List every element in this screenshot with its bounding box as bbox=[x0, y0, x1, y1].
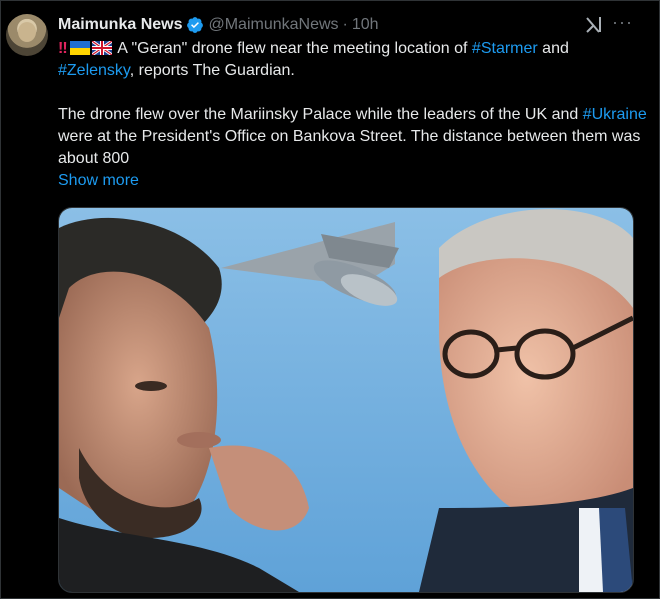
more-options-icon[interactable]: ··· bbox=[612, 13, 634, 34]
author-handle[interactable]: @MaimunkaNews bbox=[208, 16, 338, 34]
author-name[interactable]: Maimunka News bbox=[58, 16, 182, 34]
text-line1: A "Geran" drone flew near the meeting lo… bbox=[117, 40, 472, 57]
uk-flag-icon bbox=[91, 41, 112, 55]
grok-icon[interactable] bbox=[584, 15, 604, 35]
para2-end: were at the President's Office on Bankov… bbox=[58, 128, 641, 167]
post-image[interactable] bbox=[58, 207, 634, 593]
ukraine-flag-icon bbox=[69, 41, 90, 55]
hashtag-ukraine[interactable]: #Ukraine bbox=[583, 106, 647, 123]
photo-right-person bbox=[419, 209, 633, 592]
hashtag-starmer[interactable]: #Starmer bbox=[472, 40, 538, 57]
post-time[interactable]: 10h bbox=[352, 16, 379, 34]
show-more-link[interactable]: Show more bbox=[58, 170, 648, 192]
post-text: ‼ A "Geran" drone flew near the meeting … bbox=[58, 38, 648, 192]
reports-text: , reports The Guardian. bbox=[129, 62, 295, 79]
and-word: and bbox=[537, 40, 569, 57]
post-header: Maimunka News @MaimunkaNews · 10h bbox=[58, 14, 379, 36]
verified-badge-icon bbox=[187, 17, 204, 33]
avatar[interactable] bbox=[6, 14, 48, 56]
para2-start: The drone flew over the Mariinsky Palace… bbox=[58, 106, 583, 123]
separator: · bbox=[342, 16, 348, 33]
alert-icon: ‼ bbox=[58, 40, 68, 57]
hashtag-zelensky[interactable]: #Zelensky bbox=[58, 62, 130, 79]
